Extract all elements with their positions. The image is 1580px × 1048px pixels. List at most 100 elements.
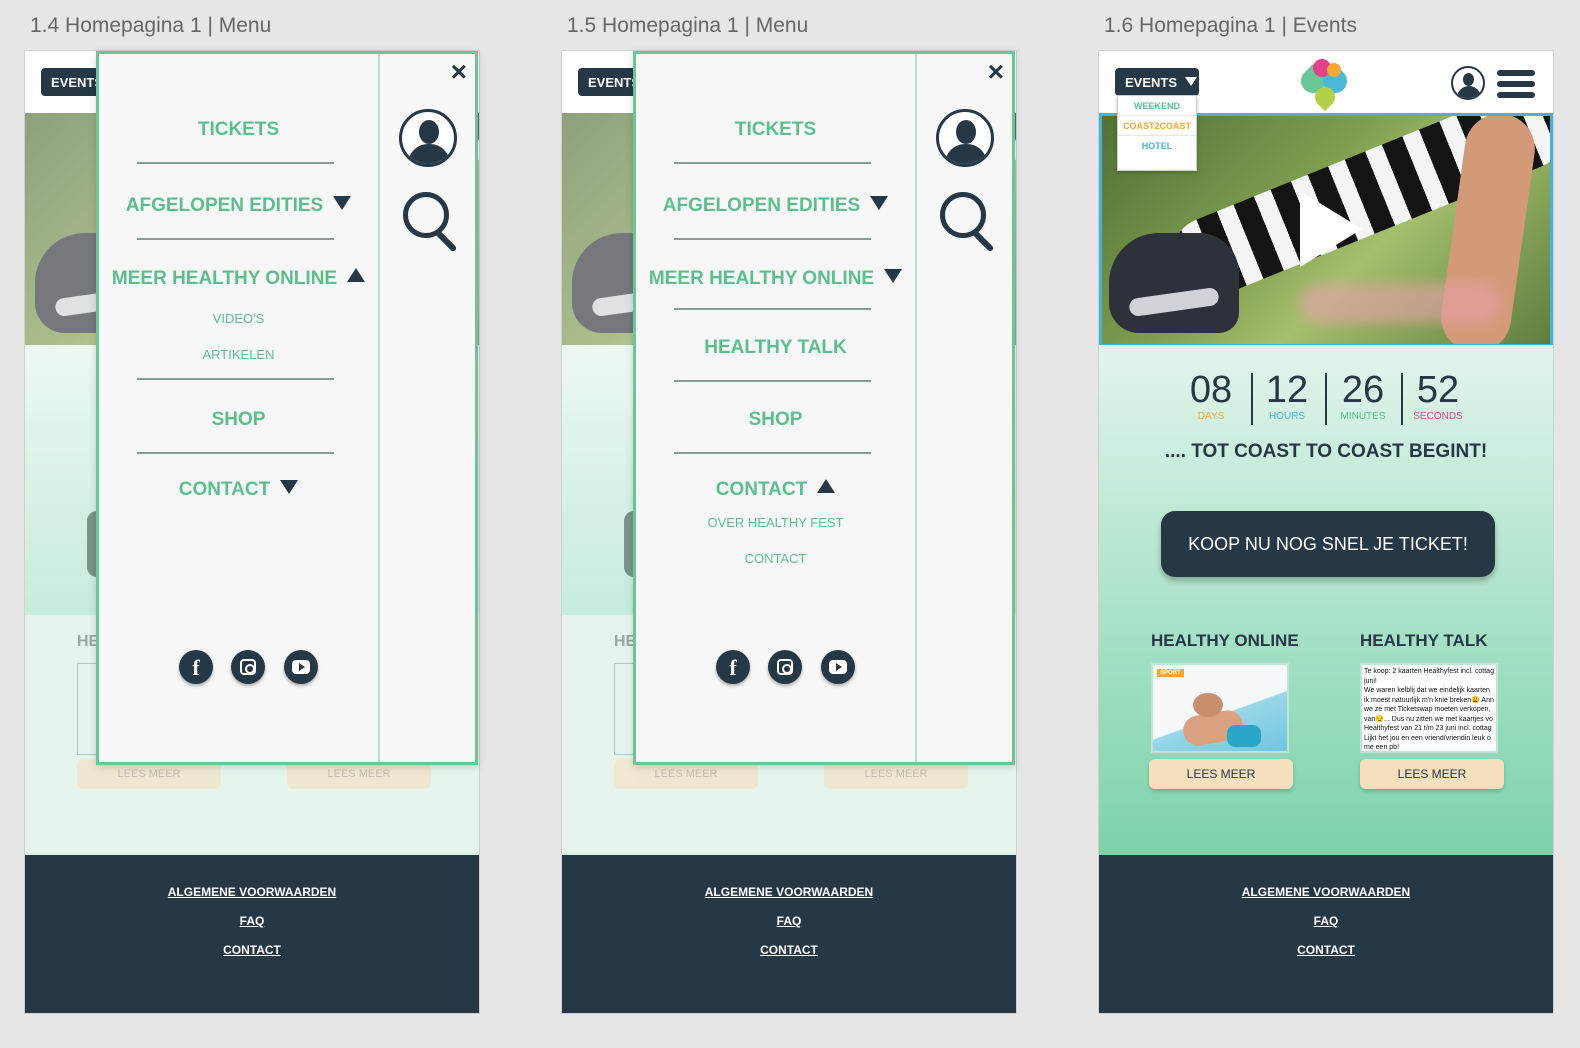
menu-separator: [137, 162, 334, 164]
search-icon[interactable]: [940, 192, 1002, 254]
countdown-label: DAYS: [1197, 411, 1225, 422]
lees-meer-button[interactable]: LEES MEER: [1149, 759, 1293, 789]
chevron-down-icon: [333, 196, 352, 210]
artboard-title: 1.5 Homepagina 1 | Menu: [567, 14, 809, 37]
footer-link-faq[interactable]: FAQ: [1099, 914, 1553, 928]
menu-item-contact[interactable]: CONTACT: [99, 479, 378, 501]
facebook-icon[interactable]: f: [716, 650, 750, 684]
hamburger-menu-icon[interactable]: [1497, 70, 1535, 98]
menu-item-shop[interactable]: SHOP: [99, 409, 378, 431]
events-label: EVENTS: [1125, 75, 1178, 90]
artboard-title: 1.4 Homepagina 1 | Menu: [30, 14, 272, 37]
menu-item-tickets[interactable]: TICKETS: [99, 119, 378, 141]
footer-link-voorwaarden[interactable]: ALGEMENE VOORWAARDEN: [562, 885, 1016, 899]
menu-item-label: MEER HEALTHY ONLINE: [111, 268, 338, 289]
menu-separator: [137, 452, 334, 454]
countdown-caption: .... TOT COAST TO COAST BEGINT!: [1164, 441, 1488, 462]
submenu-item-contact[interactable]: CONTACT: [636, 551, 915, 566]
menu-item-shop[interactable]: SHOP: [636, 409, 915, 431]
footer-link-voorwaarden[interactable]: ALGEMENE VOORWAARDEN: [25, 885, 479, 899]
countdown-value: 12: [1265, 369, 1309, 411]
excerpt-line: Lijkt het jou en een vriend/vriendin leu…: [1364, 734, 1491, 742]
menu-separator: [137, 238, 334, 240]
healthy-talk-heading: HEALTHY TALK: [1360, 631, 1488, 650]
menu-item-contact[interactable]: CONTACT: [636, 479, 915, 501]
dropdown-item-weekend[interactable]: WEEKEND: [1118, 96, 1196, 116]
close-icon[interactable]: ×: [451, 58, 467, 86]
youtube-icon[interactable]: [821, 650, 855, 684]
menu-separator: [674, 308, 871, 310]
ghost-card: [77, 663, 97, 755]
menu-item-label: MEER HEALTHY ONLINE: [648, 268, 875, 289]
countdown-value: 52: [1416, 369, 1460, 411]
menu-item-label: AFGELOPEN EDITIES: [662, 195, 861, 216]
healthy-talk-excerpt: Te koop: 2 kaarten Healthyfest incl. cot…: [1362, 665, 1496, 751]
countdown-seconds: 52 SECONDS: [1400, 369, 1476, 423]
close-icon[interactable]: ×: [988, 58, 1004, 86]
buy-ticket-button[interactable]: KOOP NU NOG SNEL JE TICKET!: [1161, 511, 1495, 577]
footer-link-faq[interactable]: FAQ: [25, 914, 479, 928]
events-dropdown: WEEKEND COAST2COAST HOTEL: [1117, 95, 1197, 171]
footer-link-contact[interactable]: CONTACT: [562, 943, 1016, 957]
artboard-events: 1.6 Homepagina 1 | Events EVENTS WEEKEND…: [1098, 0, 1554, 1048]
user-icon[interactable]: [1451, 66, 1485, 100]
countdown-value: 08: [1189, 369, 1233, 411]
healthyfest-logo[interactable]: [1296, 59, 1352, 112]
footer-link-contact[interactable]: CONTACT: [25, 943, 479, 957]
user-icon[interactable]: [936, 109, 994, 167]
menu-separator: [137, 378, 334, 380]
excerpt-line: van😏... Dus nu zitten we met kaartjes vo: [1364, 715, 1493, 723]
dropdown-item-coast2coast[interactable]: COAST2COAST: [1118, 116, 1196, 136]
artboard-menu-2: 1.5 Homepagina 1 | Menu EVENTS HE LEES M…: [561, 0, 1017, 1048]
lees-meer-button[interactable]: LEES MEER: [1360, 759, 1504, 789]
countdown-label: HOURS: [1268, 411, 1306, 422]
countdown-hours: 12 HOURS: [1249, 369, 1325, 423]
events-button[interactable]: EVENTS: [1115, 68, 1199, 96]
healthy-talk-thumbnail[interactable]: Te koop: 2 kaarten Healthyfest incl. cot…: [1360, 663, 1498, 753]
menu-item-afgelopen[interactable]: AFGELOPEN EDITIES: [99, 195, 378, 217]
footer-link-voorwaarden[interactable]: ALGEMENE VOORWAARDEN: [1099, 885, 1553, 899]
excerpt-line: ik moest natuurlijk m'n knie breken😩 Ann: [1364, 696, 1494, 704]
menu-separator: [674, 452, 871, 454]
menu-item-afgelopen[interactable]: AFGELOPEN EDITIES: [636, 195, 915, 217]
social-links: f: [716, 650, 866, 686]
dropdown-item-hotel[interactable]: HOTEL: [1118, 136, 1196, 156]
menu-item-tickets[interactable]: TICKETS: [636, 119, 915, 141]
chevron-down-icon: [1185, 77, 1198, 86]
menu-item-meer-healthy[interactable]: MEER HEALTHY ONLINE: [99, 268, 378, 290]
menu-item-label: AFGELOPEN EDITIES: [125, 195, 324, 216]
side-menu: × TICKETS AFGELOPEN EDITIES MEER HEALTHY…: [96, 51, 478, 765]
footer: ALGEMENE VOORWAARDEN FAQ CONTACT: [1099, 855, 1553, 1013]
excerpt-line: We waren kelblij dat we eindelijk kaarte…: [1364, 687, 1490, 694]
healthy-online-thumbnail[interactable]: SPORT: [1151, 663, 1289, 753]
submenu-item-over[interactable]: OVER HEALTHY FEST: [636, 515, 915, 530]
countdown-minutes: 26 MINUTES: [1325, 369, 1401, 423]
instagram-icon[interactable]: [768, 650, 802, 684]
countdown-days: 08 DAYS: [1173, 369, 1249, 423]
submenu-item-videos[interactable]: VIDEO'S: [99, 311, 378, 326]
menu-item-meer-healthy[interactable]: MEER HEALTHY ONLINE: [636, 268, 915, 290]
youtube-icon[interactable]: [284, 650, 318, 684]
footer-link-contact[interactable]: CONTACT: [1099, 943, 1553, 957]
chevron-down-icon: [870, 196, 889, 210]
facebook-icon[interactable]: f: [179, 650, 213, 684]
chevron-down-icon: [884, 269, 903, 283]
chevron-up-icon: [347, 268, 366, 282]
chevron-down-icon: [280, 480, 299, 494]
menu-item-healthy-talk[interactable]: HEALTHY TALK: [636, 337, 915, 359]
phone-frame: EVENTS WEEKEND COAST2COAST HOTEL 08 DAYS …: [1098, 50, 1554, 1014]
menu-item-label: CONTACT: [715, 479, 808, 500]
footer-link-faq[interactable]: FAQ: [562, 914, 1016, 928]
menu-separator: [674, 380, 871, 382]
instagram-icon[interactable]: [231, 650, 265, 684]
search-icon[interactable]: [403, 192, 465, 254]
submenu-item-artikelen[interactable]: ARTIKELEN: [99, 347, 378, 362]
artboard-menu-1: 1.4 Homepagina 1 | Menu EVENTS HE LEES M…: [24, 0, 480, 1048]
sport-tag: SPORT: [1157, 669, 1184, 677]
ghost-card: [614, 663, 634, 755]
countdown-label: SECONDS: [1413, 411, 1463, 422]
excerpt-line: we ze met Ticketswap moeten verkopen,: [1364, 706, 1491, 713]
excerpt-line: Te koop: 2 kaarten Healthyfest incl. cot…: [1364, 668, 1494, 675]
user-icon[interactable]: [399, 109, 457, 167]
footer: ALGEMENE VOORWAARDEN FAQ CONTACT: [25, 855, 479, 1013]
